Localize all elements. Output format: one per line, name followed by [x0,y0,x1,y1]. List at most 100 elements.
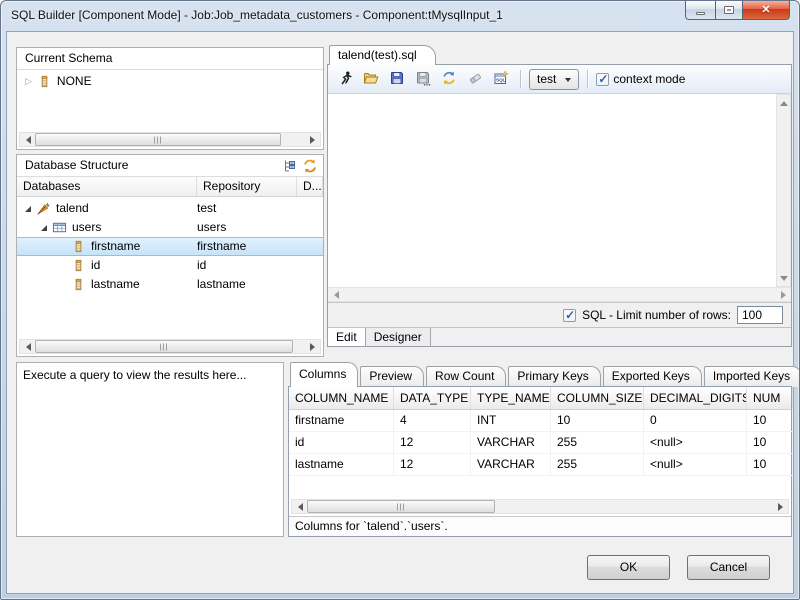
title-bar[interactable]: SQL Builder [Component Mode] - Job:Job_m… [1,1,799,31]
column-icon [71,277,86,292]
scroll-left-icon[interactable] [328,288,343,301]
collapse-all-button[interactable] [281,158,297,181]
table-icon [52,220,67,235]
table-row[interactable]: lastname 12 VARCHAR 255 <null> 10 [289,454,791,476]
sql-editor-area[interactable] [328,94,791,287]
scrollbar-thumb[interactable] [307,500,495,513]
scroll-right-icon[interactable] [305,133,320,146]
cell-column-name: lastname [289,454,394,476]
expand-arrow-icon[interactable]: ▷ [25,72,32,91]
tree-item-label: NONE [57,72,92,91]
tab-columns[interactable]: Columns [290,362,358,387]
cell-num: 10 [747,432,793,454]
tree-item-id[interactable]: id id [17,256,323,275]
col-header-column-size[interactable]: COLUMN_SIZE [551,387,644,409]
database-structure-title: Database Structure [25,158,128,172]
editor-tab[interactable]: talend(test).sql [329,45,436,65]
tab-preview[interactable]: Preview [360,366,424,387]
ok-button[interactable]: OK [587,555,670,580]
refresh-button[interactable] [438,68,460,90]
tab-edit[interactable]: Edit [328,328,366,346]
col-header-data-type[interactable]: DATA_TYPE [394,387,471,409]
scroll-right-icon[interactable] [773,500,788,513]
scroll-down-icon[interactable] [777,271,790,286]
cell-decimal-digits: <null> [644,454,747,476]
scroll-left-icon[interactable] [20,133,35,146]
tab-exported-keys[interactable]: Exported Keys [603,366,702,387]
cancel-button[interactable]: Cancel [687,555,770,580]
svg-text:SQL: SQL [496,77,506,82]
schema-icon [37,74,52,89]
tree-item-firstname[interactable]: firstname firstname [17,237,323,256]
col-header-column-name[interactable]: COLUMN_NAME [289,387,394,409]
sql-editor-panel: SQL test context mode [327,64,792,347]
column-header-databases[interactable]: Databases [17,177,197,196]
tab-row-count[interactable]: Row Count [426,366,506,387]
cell-num: 10 [747,454,793,476]
tab-imported-keys[interactable]: Imported Keys [704,366,800,387]
col-header-decimal-digits[interactable]: DECIMAL_DIGITS [644,387,747,409]
minimize-button[interactable] [685,1,715,20]
clear-button[interactable] [464,68,486,90]
scroll-up-icon[interactable] [777,95,790,110]
tree-item-users[interactable]: users users [17,218,323,237]
sql-builder-dialog: SQL Builder [Component Mode] - Job:Job_m… [0,0,800,600]
tab-primary-keys[interactable]: Primary Keys [508,366,600,387]
save-as-button[interactable] [412,68,434,90]
table-row[interactable]: id 12 VARCHAR 255 <null> 10 [289,432,791,454]
scrollbar-thumb[interactable] [35,340,293,353]
limit-rows-bar: SQL - Limit number of rows: [328,302,791,327]
collapse-all-icon [281,163,297,177]
close-button[interactable]: ✕ [743,1,790,20]
col-header-type-name[interactable]: TYPE_NAME [471,387,551,409]
cell-type-name: INT [471,410,551,432]
limit-rows-checkbox[interactable] [563,309,576,322]
expanded-arrow-icon[interactable] [25,206,31,212]
refresh-button[interactable] [302,158,318,181]
maximize-button[interactable] [715,1,743,20]
metadata-tabs: Columns Preview Row Count Primary Keys E… [290,362,800,387]
save-button[interactable] [386,68,408,90]
cell-num: 10 [747,410,793,432]
tree-item-talend[interactable]: talend test [17,199,323,218]
context-mode-checkbox[interactable] [596,73,609,86]
tree-item-repository: id [197,258,206,272]
tab-designer[interactable]: Designer [366,328,431,346]
minimize-icon [696,12,705,15]
refresh-icon [302,163,318,177]
column-icon [71,258,86,273]
tree-item-label: firstname [91,237,140,256]
run-icon [337,70,353,89]
tree-column-headers[interactable]: Databases Repository D... [17,177,323,197]
scrollbar-thumb[interactable] [35,133,281,146]
cell-data-type: 12 [394,432,471,454]
tree-item-repository: users [197,220,226,234]
table-row[interactable]: firstname 4 INT 10 0 10 [289,410,791,432]
columns-table-panel: COLUMN_NAME DATA_TYPE TYPE_NAME COLUMN_S… [288,386,792,537]
database-structure-hscrollbar[interactable] [19,339,321,354]
run-query-button[interactable] [334,68,356,90]
scroll-left-icon[interactable] [20,340,35,353]
window-title: SQL Builder [Component Mode] - Job:Job_m… [11,8,503,22]
refresh-icon [441,70,457,89]
cell-decimal-digits: 0 [644,410,747,432]
connection-select[interactable]: test [529,69,579,90]
expanded-arrow-icon[interactable] [41,225,47,231]
tree-item-none[interactable]: ▷ NONE [17,72,323,91]
save-as-icon [415,70,431,89]
current-schema-title: Current Schema [17,48,323,70]
scroll-right-icon[interactable] [305,340,320,353]
scroll-right-icon[interactable] [776,288,791,301]
editor-hscrollbar[interactable] [328,287,791,302]
tree-item-repository: firstname [197,239,246,253]
scroll-left-icon[interactable] [292,500,307,513]
table-hscrollbar[interactable] [291,499,789,514]
table-header-row[interactable]: COLUMN_NAME DATA_TYPE TYPE_NAME COLUMN_S… [289,387,791,410]
current-schema-hscrollbar[interactable] [19,132,321,147]
col-header-num[interactable]: NUM [747,387,793,409]
editor-vscrollbar[interactable] [776,94,791,287]
open-file-button[interactable] [360,68,382,90]
tree-item-lastname[interactable]: lastname lastname [17,275,323,294]
limit-rows-input[interactable] [737,306,783,324]
new-sql-editor-button[interactable]: SQL [490,68,512,90]
